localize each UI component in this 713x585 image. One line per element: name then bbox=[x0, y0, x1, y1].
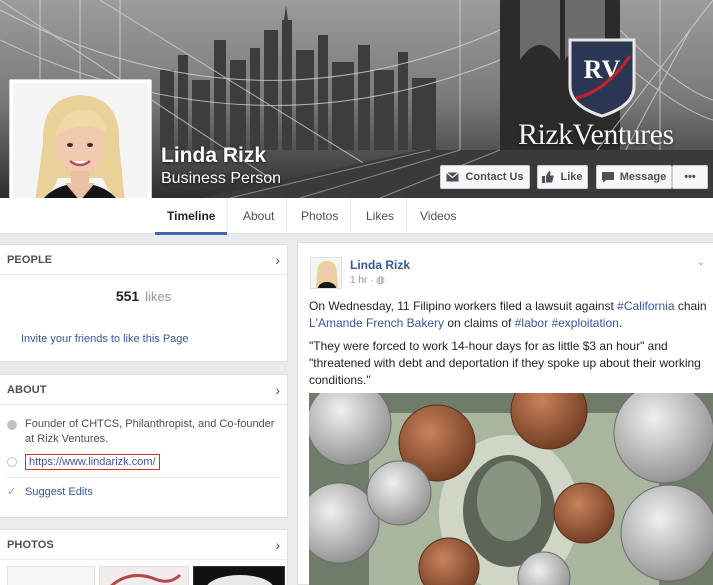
envelope-icon bbox=[446, 172, 460, 182]
page-nav-bar: Timeline About Photos Likes Videos bbox=[0, 198, 713, 235]
post-author-name[interactable]: Linda Rizk bbox=[350, 258, 410, 272]
website-link[interactable]: https://www.lindarizk.com/ bbox=[25, 454, 160, 470]
checkmark-icon: ✓ bbox=[7, 486, 17, 498]
more-options-button[interactable]: ••• bbox=[672, 165, 708, 189]
likes-number: 551 bbox=[115, 288, 140, 304]
photo-thumbnail[interactable] bbox=[193, 566, 285, 585]
rizk-ventures-logo: RV bbox=[568, 38, 636, 118]
post-text-segment: chain bbox=[674, 299, 707, 313]
chevron-right-icon[interactable]: › bbox=[275, 252, 280, 268]
thumbs-up-icon bbox=[542, 171, 555, 183]
likes-unit: likes bbox=[145, 289, 172, 304]
post-time-text: 1 hr · bbox=[350, 275, 377, 286]
feed-post: Linda Rizk 1 hr · ◍ ⌄ On Wednesday, 11 F… bbox=[297, 242, 713, 585]
post-paragraph-1: On Wednesday, 11 Filipino workers filed … bbox=[309, 298, 707, 332]
tab-about[interactable]: About bbox=[231, 198, 288, 234]
message-button[interactable]: Message bbox=[596, 165, 672, 189]
people-header[interactable]: PEOPLE bbox=[7, 254, 52, 266]
photos-header[interactable]: PHOTOS bbox=[7, 539, 54, 551]
people-card: PEOPLE › 551 likes Invite your friends t… bbox=[0, 244, 288, 362]
tab-videos[interactable]: Videos bbox=[408, 198, 468, 234]
photo-thumbnail[interactable] bbox=[7, 566, 95, 585]
tab-timeline[interactable]: Timeline bbox=[155, 198, 229, 235]
rizk-ventures-wordmark: RizkVentures bbox=[518, 118, 674, 151]
likes-count: 551 likes bbox=[0, 275, 287, 304]
about-card: ABOUT › Founder of CHTCS, Philanthropist… bbox=[0, 374, 288, 518]
post-image-coins-and-dollar[interactable] bbox=[309, 393, 713, 585]
chevron-right-icon[interactable]: › bbox=[275, 537, 280, 553]
post-timestamp[interactable]: 1 hr · ◍ bbox=[350, 275, 385, 286]
tab-photos[interactable]: Photos bbox=[289, 198, 352, 234]
page-title[interactable]: Linda Rizk bbox=[161, 144, 266, 168]
post-text-segment: . bbox=[618, 316, 623, 330]
hashtag-labor[interactable]: #labor bbox=[515, 316, 548, 330]
about-description: Founder of CHTCS, Philanthropist, and Co… bbox=[25, 418, 275, 445]
hashtag-exploitation[interactable]: #exploitation bbox=[551, 316, 618, 330]
contact-us-button[interactable]: Contact Us bbox=[440, 165, 530, 189]
more-dots-icon: ••• bbox=[684, 171, 696, 183]
chevron-down-icon[interactable]: ⌄ bbox=[697, 257, 705, 268]
post-author-avatar[interactable] bbox=[310, 257, 342, 289]
photo-thumbnail[interactable] bbox=[99, 566, 189, 585]
photos-card: PHOTOS › bbox=[0, 529, 288, 585]
contact-us-label: Contact Us bbox=[465, 171, 524, 183]
about-header[interactable]: ABOUT bbox=[7, 384, 47, 396]
post-text-segment: On Wednesday, 11 Filipino workers filed … bbox=[309, 299, 618, 313]
globe-icon: ◍ bbox=[376, 275, 385, 286]
post-paragraph-2: "They were forced to work 14-hour days f… bbox=[309, 339, 701, 387]
message-bubble-icon bbox=[601, 171, 614, 183]
info-icon bbox=[7, 420, 17, 430]
suggest-edits-link[interactable]: Suggest Edits bbox=[25, 486, 93, 498]
hashtag-california[interactable]: #California bbox=[617, 299, 674, 313]
post-text-segment: on claims of bbox=[444, 316, 515, 330]
tab-likes[interactable]: Likes bbox=[354, 198, 408, 234]
post-text: On Wednesday, 11 Filipino workers filed … bbox=[309, 298, 707, 389]
chevron-right-icon[interactable]: › bbox=[275, 382, 280, 398]
message-label: Message bbox=[619, 171, 667, 183]
globe-icon bbox=[7, 457, 17, 467]
svg-text:RV: RV bbox=[584, 55, 621, 84]
like-label: Like bbox=[560, 171, 583, 183]
invite-friends-link[interactable]: Invite your friends to like this Page bbox=[21, 333, 189, 345]
like-button[interactable]: Like bbox=[537, 165, 588, 189]
page-category: Business Person bbox=[161, 170, 282, 187]
bakery-link[interactable]: L'Amande French Bakery bbox=[309, 316, 444, 330]
